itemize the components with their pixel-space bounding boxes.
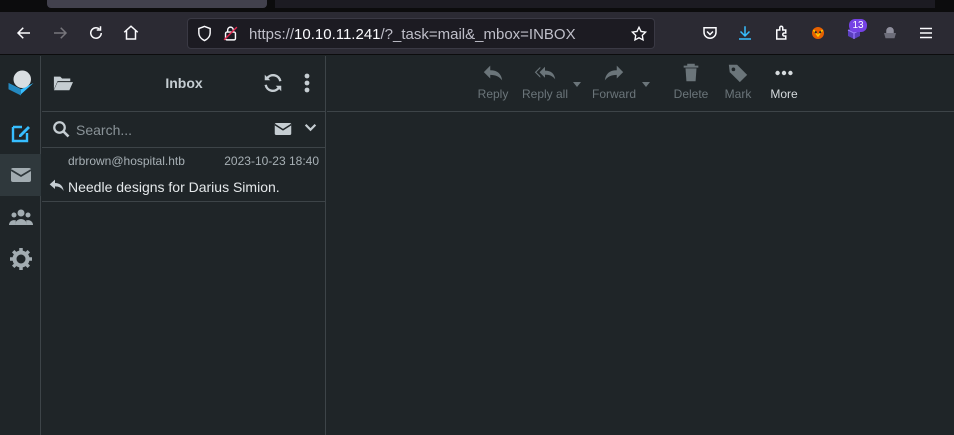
extensions-button[interactable] xyxy=(770,21,794,45)
forward-arrow-icon xyxy=(54,27,68,39)
envelope-icon xyxy=(10,168,31,182)
home-button[interactable] xyxy=(119,21,143,45)
search-input[interactable] xyxy=(76,117,266,143)
reply-all-dropdown-icon[interactable] xyxy=(573,82,581,87)
compose-button[interactable] xyxy=(0,112,41,154)
url-scheme: https:// xyxy=(249,26,295,43)
message-from: drbrown@hospital.htb xyxy=(68,154,185,168)
forward-button[interactable]: Forward xyxy=(589,62,639,106)
search-scope-envelope-icon[interactable] xyxy=(274,121,292,142)
lock-icon[interactable] xyxy=(222,25,239,47)
mark-label: Mark xyxy=(724,87,752,101)
refresh-icon[interactable] xyxy=(262,72,284,99)
download-icon xyxy=(739,26,751,40)
url-bar[interactable]: https://10.10.11.241/?_task=mail&_mbox=I… xyxy=(187,18,655,49)
mark-button[interactable]: Mark xyxy=(720,62,756,106)
reply-icon xyxy=(483,65,503,81)
extension-badge: 13 xyxy=(849,19,867,32)
home-icon xyxy=(123,25,139,40)
gear-icon xyxy=(9,248,32,270)
more-label: More xyxy=(770,87,798,101)
webmail-app: Inbox drbrown@hospital.htb 2023-10-23 18… xyxy=(0,56,954,435)
delete-label: Delete xyxy=(673,87,709,101)
message-list-pane: Inbox drbrown@hospital.htb 2023-10-23 18… xyxy=(42,56,326,435)
tag-icon xyxy=(728,64,748,83)
trash-icon xyxy=(683,63,699,82)
search-icon[interactable] xyxy=(52,120,70,143)
search-bar xyxy=(42,112,326,148)
extension-fox-button[interactable] xyxy=(806,21,830,45)
url-host: 10.10.11.241 xyxy=(294,26,381,43)
compose-icon xyxy=(11,125,30,143)
settings-button[interactable] xyxy=(0,238,41,280)
browser-tab[interactable] xyxy=(47,0,267,8)
forward-icon xyxy=(604,65,624,81)
back-button[interactable] xyxy=(12,21,36,45)
hamburger-icon xyxy=(920,27,932,39)
reply-label: Reply xyxy=(477,87,509,101)
back-arrow-icon xyxy=(16,27,30,39)
reply-all-icon xyxy=(534,66,556,80)
reload-icon xyxy=(90,26,102,39)
fox-extension-icon xyxy=(812,27,824,39)
message-content-pane: Reply Reply all Forward Delete Mark More xyxy=(327,56,954,435)
forward-dropdown-icon[interactable] xyxy=(642,82,650,87)
reload-button[interactable] xyxy=(84,21,108,45)
message-toolbar: Reply Reply all Forward Delete Mark More xyxy=(327,56,954,112)
browser-tab-bar xyxy=(275,0,935,8)
pocket-icon xyxy=(703,27,717,39)
more-dots-icon xyxy=(775,70,793,76)
spy-extension-icon xyxy=(884,27,896,39)
list-header: Inbox xyxy=(42,56,326,112)
app-menu-button[interactable] xyxy=(914,21,938,45)
delete-button[interactable]: Delete xyxy=(672,62,710,106)
reply-all-label: Reply all xyxy=(521,87,569,101)
task-menu xyxy=(0,56,41,435)
extension-spy-button[interactable] xyxy=(878,21,902,45)
browser-tab-strip xyxy=(0,0,954,12)
replied-icon xyxy=(49,178,65,197)
contacts-button[interactable] xyxy=(0,196,41,238)
reply-all-button[interactable]: Reply all xyxy=(520,62,570,106)
bookmark-star-icon[interactable] xyxy=(630,25,648,48)
url-text[interactable]: https://10.10.11.241/?_task=mail&_mbox=I… xyxy=(249,26,576,43)
forward-nav-button[interactable] xyxy=(48,21,72,45)
message-date: 2023-10-23 18:40 xyxy=(224,154,319,168)
roundcube-logo[interactable] xyxy=(0,62,41,104)
forward-label: Forward xyxy=(591,87,636,101)
chevron-down-icon[interactable] xyxy=(304,121,317,139)
browser-navbar: https://10.10.11.241/?_task=mail&_mbox=I… xyxy=(0,12,954,55)
message-row[interactable]: drbrown@hospital.htb 2023-10-23 18:40 Ne… xyxy=(42,148,326,202)
list-options-icon[interactable] xyxy=(300,72,314,99)
tracking-protection-icon[interactable] xyxy=(196,25,213,47)
reply-button[interactable]: Reply xyxy=(475,62,511,106)
roundcube-logo-icon xyxy=(8,70,33,96)
puzzle-icon xyxy=(776,25,787,40)
more-button[interactable]: More xyxy=(766,62,802,106)
url-path: /?_task=mail&_mbox=INBOX xyxy=(380,26,576,43)
contacts-icon xyxy=(8,209,33,225)
message-subject: Needle designs for Darius Simion. xyxy=(68,179,280,195)
pocket-button[interactable] xyxy=(698,21,722,45)
mail-button[interactable] xyxy=(0,154,41,196)
downloads-button[interactable] xyxy=(733,21,757,45)
